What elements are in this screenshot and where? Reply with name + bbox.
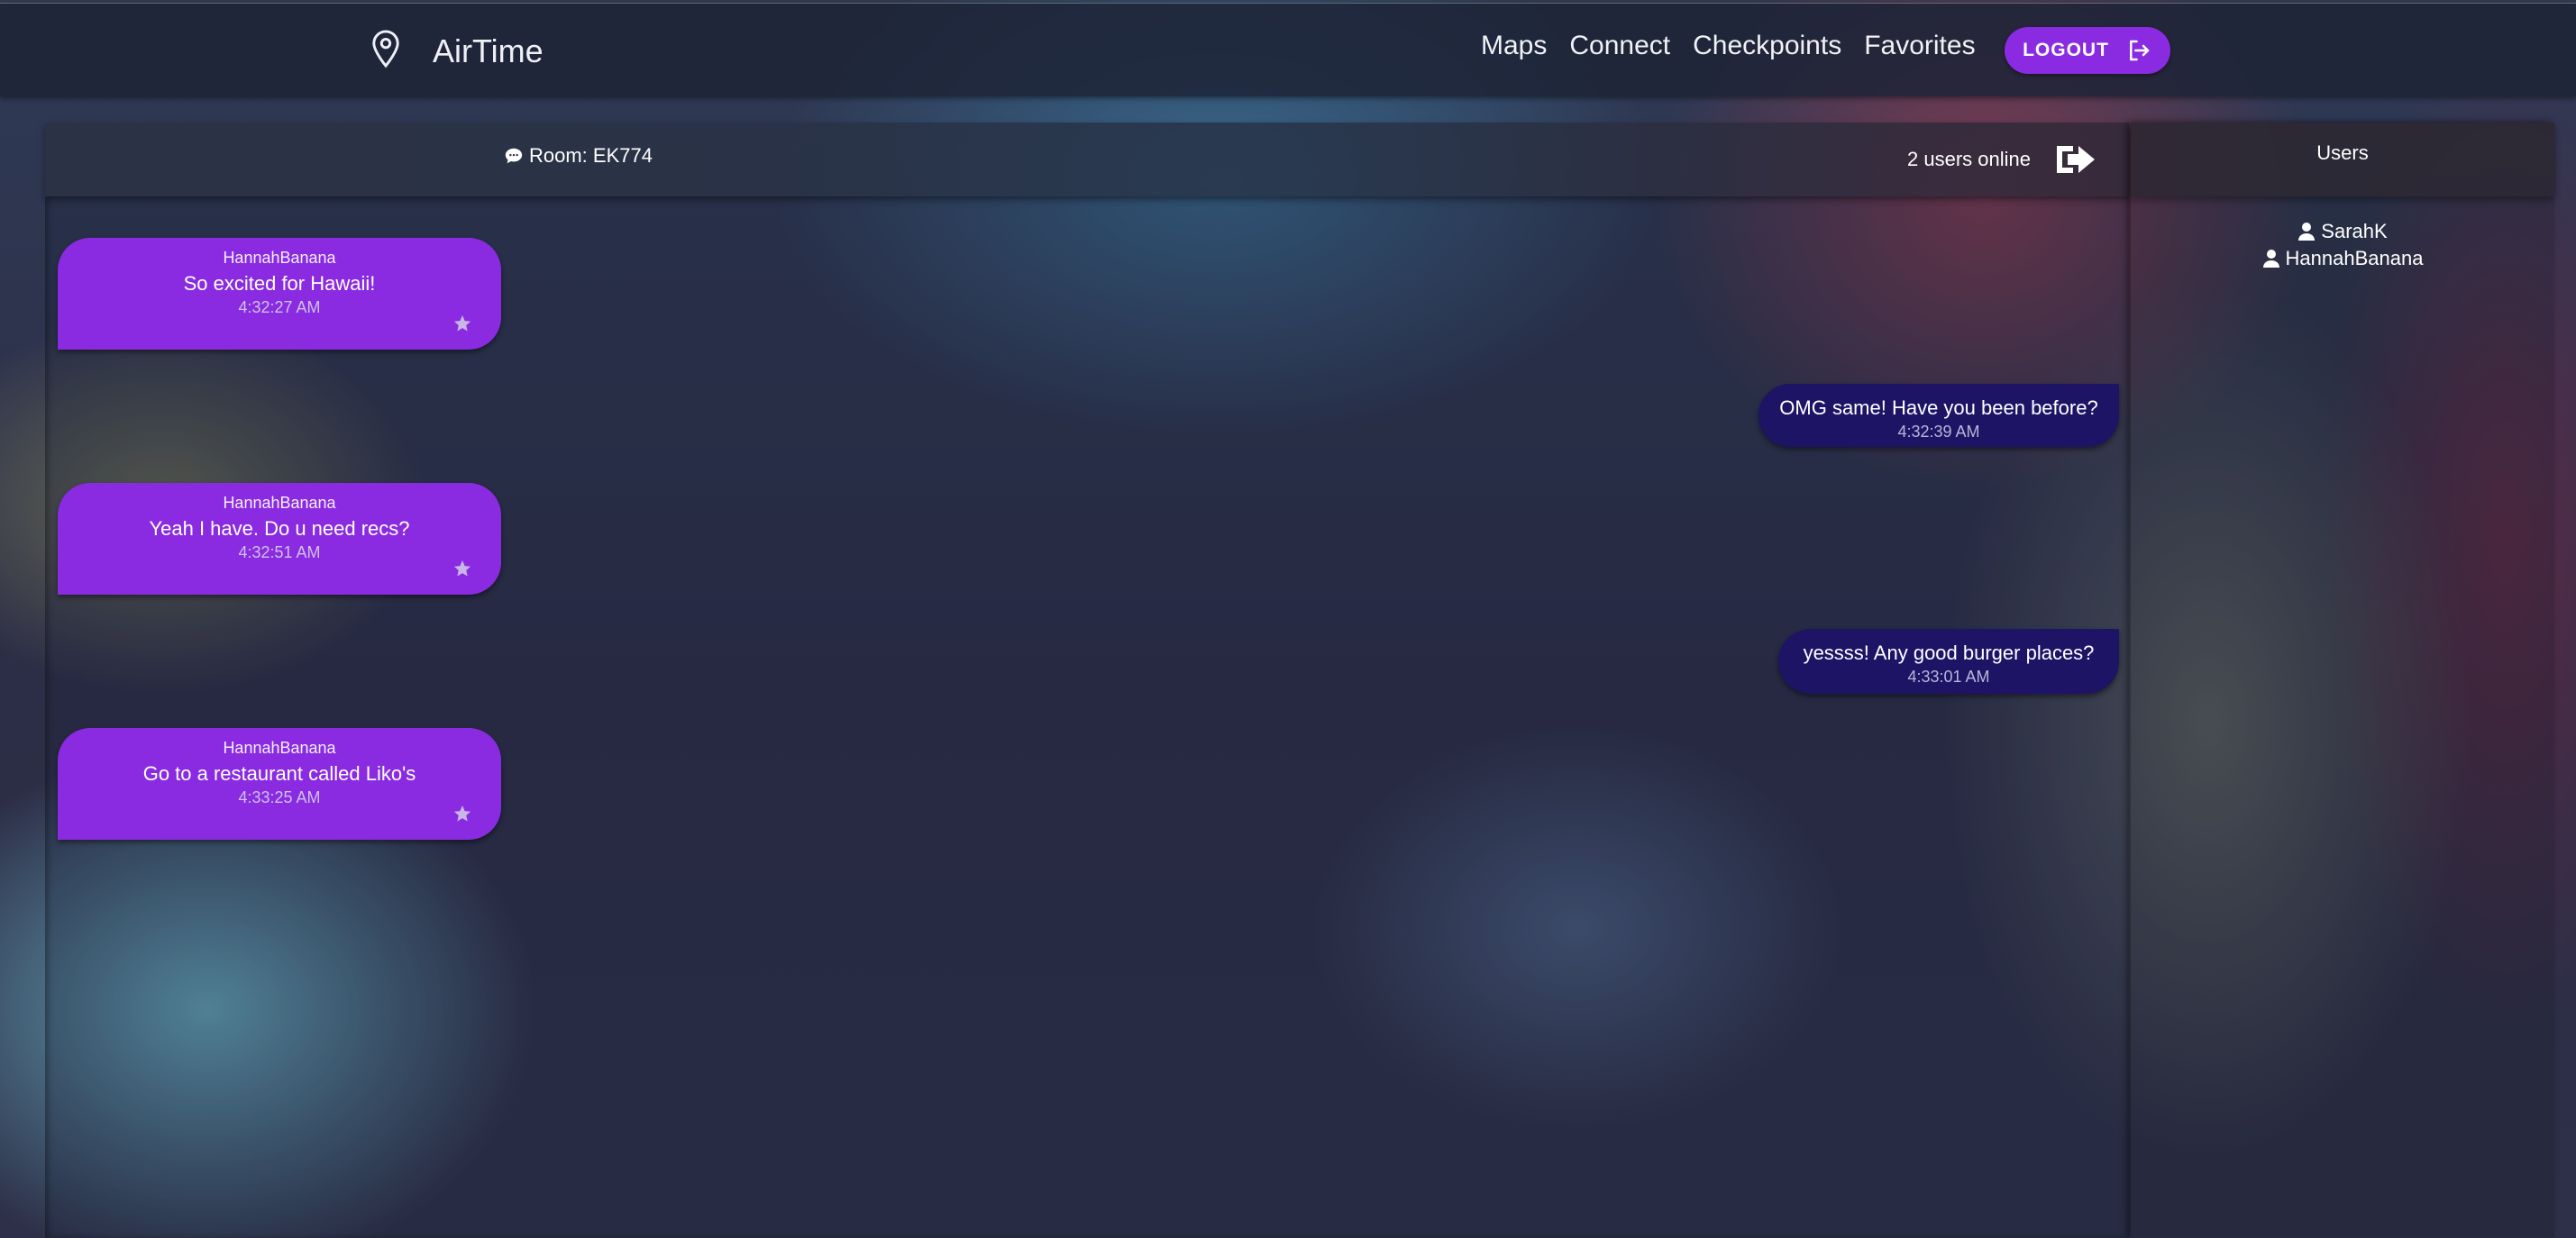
message-list: HannahBanana So excited for Hawaii! 4:32…	[45, 196, 2129, 1238]
user-item: SarahK	[2131, 218, 2554, 245]
user-name: SarahK	[2321, 220, 2388, 242]
message-time: 4:33:25 AM	[238, 788, 321, 806]
message-text: So excited for Hawaii!	[183, 272, 376, 295]
message-received: HannahBanana So excited for Hawaii! 4:32…	[58, 238, 501, 350]
nav-link-maps[interactable]: Maps	[1481, 31, 1547, 61]
message-received: HannahBanana Yeah I have. Do u need recs…	[58, 483, 501, 595]
message-sent: OMG same! Have you been before? 4:32:39 …	[1758, 384, 2119, 447]
room-name: Room: EK774	[529, 144, 653, 167]
star-icon[interactable]	[452, 559, 472, 578]
top-navbar: AirTime Maps Connect Checkpoints Favorit…	[0, 3, 2576, 96]
message-username: HannahBanana	[223, 249, 336, 267]
brand[interactable]: AirTime	[370, 29, 544, 73]
nav-link-favorites[interactable]: Favorites	[1864, 31, 1975, 61]
star-icon[interactable]	[452, 314, 472, 333]
message-text: Yeah I have. Do u need recs?	[149, 517, 410, 540]
logout-button[interactable]: LOGOUT	[2005, 27, 2170, 74]
message-received: HannahBanana Go to a restaurant called L…	[58, 728, 501, 840]
message-text: Go to a restaurant called Liko's	[142, 762, 416, 785]
leave-room-icon[interactable]	[2053, 141, 2096, 178]
message-time: 4:32:51 AM	[238, 543, 321, 561]
users-list: SarahK HannahBanana	[2131, 218, 2554, 272]
nav-links: Maps Connect Checkpoints Favorites	[1481, 31, 1998, 61]
map-pin-icon	[370, 29, 402, 73]
user-item: HannahBanana	[2131, 245, 2554, 272]
message-username: HannahBanana	[223, 494, 336, 512]
message-sent: yessss! Any good burger places? 4:33:01 …	[1778, 629, 2119, 694]
nav-link-checkpoints[interactable]: Checkpoints	[1693, 31, 1841, 61]
nav-link-connect[interactable]: Connect	[1569, 31, 1670, 61]
message-username: HannahBanana	[223, 739, 336, 757]
message-time: 4:33:01 AM	[1907, 668, 1990, 686]
message-text: OMG same! Have you been before?	[1779, 396, 2098, 419]
room-label: Room: EK774	[504, 144, 653, 168]
app-title: AirTime	[433, 32, 544, 69]
message-text: yessss! Any good burger places?	[1803, 642, 2095, 664]
chat-panel: Room: EK774 2 users online HannahBanana …	[45, 123, 2129, 1238]
chat-header: Room: EK774 2 users online	[45, 123, 2129, 196]
logout-icon	[2129, 40, 2150, 61]
users-panel-title: Users	[2131, 123, 2554, 196]
user-icon	[2262, 250, 2279, 268]
user-icon	[2298, 223, 2316, 241]
logout-label: LOGOUT	[2023, 40, 2109, 60]
online-count: 2 users online	[1907, 148, 2031, 170]
message-time: 4:32:27 AM	[238, 298, 321, 316]
star-icon[interactable]	[452, 804, 472, 824]
message-time: 4:32:39 AM	[1897, 423, 1980, 441]
users-panel: Users SarahK HannahBanana	[2131, 123, 2554, 1238]
user-name: HannahBanana	[2285, 247, 2424, 269]
chat-bubble-icon	[505, 148, 523, 164]
